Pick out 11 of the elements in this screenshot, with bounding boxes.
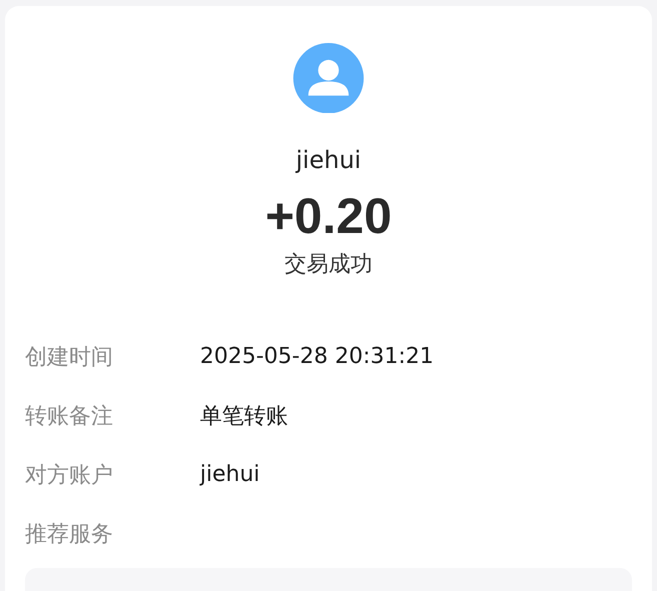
amount: +0.20 xyxy=(265,187,392,246)
detail-value: 2025-05-28 20:31:21 xyxy=(200,344,434,370)
detail-label: 对方账户 xyxy=(25,462,114,490)
detail-value: 单笔转账 xyxy=(200,402,288,431)
detail-label: 转账备注 xyxy=(25,402,114,431)
detail-value: jiehui xyxy=(200,462,260,488)
payee-name: jiehui xyxy=(296,145,362,176)
status-text: 交易成功 xyxy=(284,251,372,280)
detail-label: 推荐服务 xyxy=(25,520,114,549)
avatar-icon xyxy=(291,43,366,114)
detail-label: 创建时间 xyxy=(25,344,114,372)
